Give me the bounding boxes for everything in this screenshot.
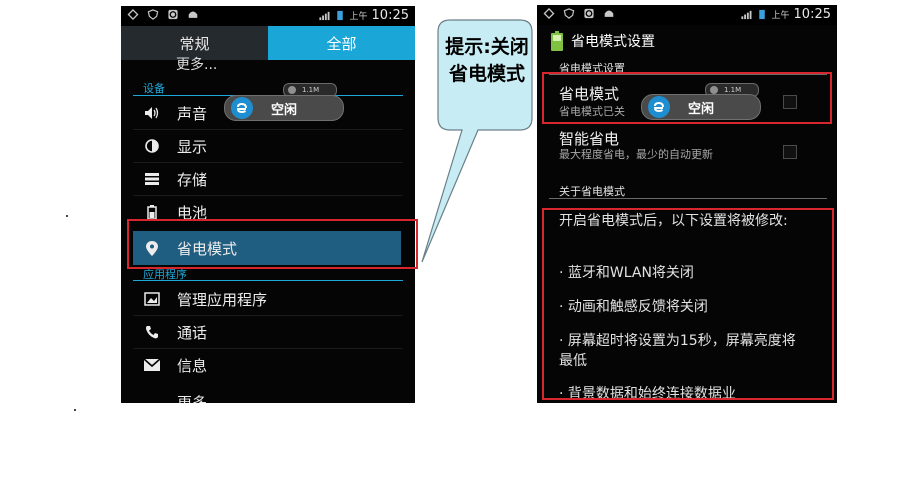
storage-icon [143,170,161,188]
signal-icon [318,11,330,21]
volume-icon [143,104,161,122]
smart-saving-subtitle: 最大程度省电，最少的自动更新 [559,148,713,161]
smart-saving-checkbox[interactable] [783,145,797,159]
stray-dot [74,409,76,411]
status-ampm: 上午 [771,11,790,21]
status-time: 10:25 [793,7,831,22]
section-header-device: 设备 [143,82,165,95]
battery-status-icon [336,10,343,21]
status-bar: 上午 10:25 [537,5,837,25]
menu-item-label: 管理应用程序 [177,290,268,309]
message-icon [143,356,161,374]
menu-item-label: 存储 [177,170,208,189]
status-time: 10:25 [371,8,409,23]
idle-floating-widget[interactable]: 空闲 [224,95,344,121]
android-icon [188,11,198,18]
menu-item-manage-apps[interactable]: 管理应用程序 [121,283,415,315]
browser-e-icon [231,97,253,119]
browser-e-icon [168,9,178,20]
menu-item-label: 通话 [177,323,208,342]
menu-item-display[interactable]: 显示 [121,130,415,162]
apps-icon [143,290,161,308]
highlight-box-power-saving [127,219,418,269]
shield-icon [288,86,296,94]
browser-e-icon [584,8,594,19]
callout-text: 提示:关闭省电模式 [445,36,529,85]
title-bar: 省电模式设置 [537,25,837,57]
menu-item-messages[interactable]: 信息 [121,349,415,381]
brightness-icon [143,137,161,155]
menu-item-label: 更多 [177,393,208,404]
menu-item-calls[interactable]: 通话 [121,316,415,348]
settings-screen: 上午 10:25 常规 全部 更多... 设备 声音 显示 存储 电池 省电模式… [121,6,415,403]
menu-item-label: 声音 [177,104,208,123]
more-link-top[interactable]: 更多... [176,54,217,74]
menu-item-storage[interactable]: 存储 [121,163,415,195]
phone-icon [143,323,161,341]
notification-diamond-icon [543,8,555,19]
stray-dot [66,215,68,217]
menu-item-label: 信息 [177,356,208,375]
battery-status-icon [758,9,765,20]
idle-label: 空闲 [271,102,298,118]
section-divider [133,280,403,281]
smart-saving-title: 智能省电 [559,130,620,148]
section-divider [549,198,827,199]
shield-icon [563,8,575,19]
notification-diamond-icon [127,9,139,20]
tab-all[interactable]: 全部 [268,26,415,60]
signal-icon [740,10,752,20]
highlight-box-info [542,208,834,400]
page-title: 省电模式设置 [571,34,655,50]
highlight-box-power-saving [542,72,832,124]
android-icon [604,10,614,17]
shield-icon [147,9,159,20]
power-saving-settings-screen: 上午 10:25 省电模式设置 省电模式设置 省电模式 省电模式已关 智能省电 … [537,5,837,403]
status-ampm: 上午 [349,12,368,22]
more-icon [143,393,161,403]
status-bar: 上午 10:25 [121,6,415,26]
settings-tabs: 常规 全部 [121,26,415,60]
battery-app-icon [551,31,563,51]
menu-item-label: 显示 [177,137,208,156]
section-header-about: 关于省电模式 [559,185,625,198]
menu-item-more[interactable]: 更多 [121,386,415,404]
